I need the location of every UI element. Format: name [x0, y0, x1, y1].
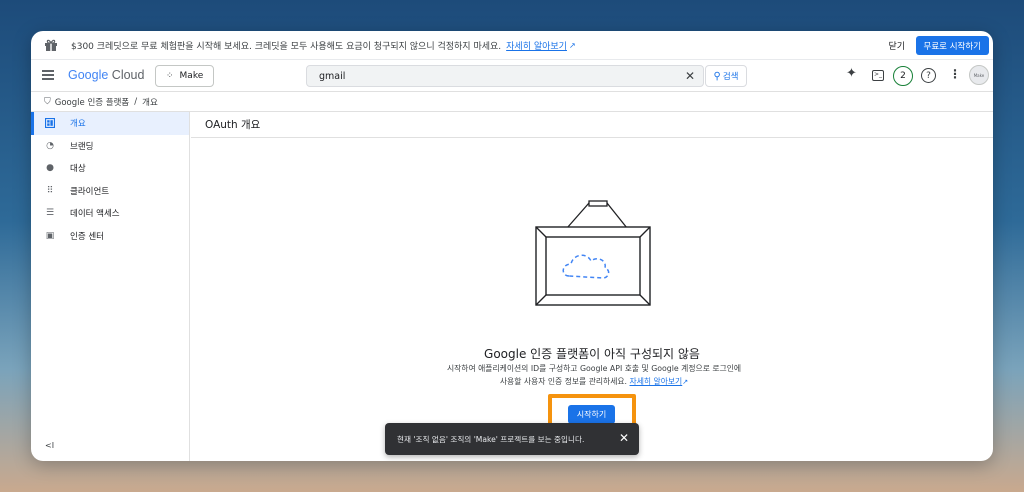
sidebar-item-label: 인증 센터	[70, 231, 104, 242]
shield-icon: ⛉	[44, 96, 51, 107]
promo-banner: $300 크레딧으로 무료 체험판을 시작해 보세요. 크레딧을 모두 사용해도…	[31, 31, 993, 60]
collapse-sidebar-icon[interactable]: <I	[45, 441, 54, 450]
more-options-icon[interactable]: ⋮	[949, 67, 961, 81]
sidebar-item-branding[interactable]: ◔ 브랜딩	[31, 135, 189, 158]
snackbar-text: 현재 '조직 없음' 조직의 'Make' 프로젝트를 보는 중입니다.	[397, 434, 585, 444]
menu-icon[interactable]	[42, 70, 54, 80]
empty-state-text: 시작하여 애플리케이션의 ID를 구성하고 Google API 호출 및 Go…	[446, 364, 742, 386]
person-icon: ●	[46, 163, 54, 174]
sidebar-item-verification-center[interactable]: ▣ 인증 센터	[31, 225, 189, 248]
gemini-sparkle-icon[interactable]: ✦	[846, 66, 857, 81]
browser-window: $300 크레딧으로 무료 체험판을 시작해 보세요. 크레딧을 모두 사용해도…	[31, 31, 993, 461]
top-bar: Google Cloud ⁘ Make gmail ✕ ⚲ 검색 ✦ >_ 2 …	[31, 60, 993, 92]
main-content: OAuth 개요 Google 인증 플랫폼이 아직 구성되지 않음 시작하여 …	[191, 112, 993, 461]
search-input[interactable]: gmail ✕	[306, 65, 704, 87]
search-value: gmail	[319, 70, 346, 82]
promo-text: $300 크레딧으로 무료 체험판을 시작해 보세요. 크레딧을 모두 사용해도…	[71, 41, 502, 52]
sidebar-item-audience[interactable]: ● 대상	[31, 157, 189, 180]
search-button-label: 검색	[722, 72, 739, 82]
avatar[interactable]: Make	[969, 65, 989, 85]
help-icon[interactable]: ?	[921, 68, 936, 83]
empty-state-title: Google 인증 플랫폼이 아직 구성되지 않음	[484, 347, 700, 361]
sidebar-item-label: 대상	[70, 164, 86, 175]
sidebar-item-clients[interactable]: ⠿ 클라이언트	[31, 180, 189, 203]
breadcrumb-separator: /	[134, 96, 138, 107]
search-icon: ⚲	[713, 70, 721, 82]
logo-cloud-text: Cloud	[111, 68, 145, 82]
get-started-button[interactable]: 시작하기	[568, 405, 615, 424]
sidebar: 개요 ◔ 브랜딩 ● 대상 ⠿ 클라이언트 ☰ 데이터 액세스 ▣ 인증 센터 …	[31, 112, 190, 461]
promo-close-button[interactable]: 닫기	[888, 39, 905, 52]
list-settings-icon: ☰	[45, 208, 55, 219]
sidebar-item-label: 개요	[70, 119, 86, 130]
page-title: OAuth 개요	[191, 112, 993, 138]
breadcrumb: ⛉ Google 인증 플랫폼 / 개요	[31, 92, 993, 112]
sidebar-item-label: 클라이언트	[70, 186, 110, 197]
start-free-trial-button[interactable]: 무료로 시작하기	[915, 36, 989, 55]
sidebar-item-label: 데이터 액세스	[70, 209, 120, 220]
palette-icon: ◔	[46, 140, 54, 151]
sidebar-item-overview[interactable]: 개요	[31, 112, 189, 135]
learn-more-link[interactable]: 자세히 알아보기	[630, 377, 683, 386]
apps-icon: ⠿	[46, 185, 54, 196]
cloud-shell-icon[interactable]: >_	[872, 70, 884, 81]
project-icon: ⁘	[166, 71, 174, 81]
external-link-icon: ↗	[682, 378, 689, 386]
google-cloud-logo[interactable]: Google Cloud	[68, 68, 144, 82]
sidebar-item-label: 브랜딩	[70, 141, 94, 152]
empty-state-illustration	[535, 200, 651, 306]
breadcrumb-root[interactable]: Google 인증 플랫폼	[55, 96, 129, 108]
close-icon[interactable]: ✕	[619, 431, 629, 445]
snackbar: 현재 '조직 없음' 조직의 'Make' 프로젝트를 보는 중입니다. ✕	[385, 423, 639, 455]
clear-icon[interactable]: ✕	[685, 69, 695, 83]
project-name: Make	[179, 71, 204, 81]
gift-icon	[45, 39, 57, 51]
notifications-badge[interactable]: 2	[893, 66, 913, 86]
promo-learn-more-link[interactable]: 자세히 알아보기	[506, 39, 567, 52]
search-button[interactable]: ⚲ 검색	[705, 65, 747, 87]
logo-google-text: Google	[68, 68, 109, 82]
dashboard-icon	[45, 118, 55, 129]
empty-state-description: 시작하여 애플리케이션의 ID를 구성하고 Google API 호출 및 Go…	[444, 362, 744, 389]
calendar-icon: ▣	[45, 230, 55, 241]
project-selector-button[interactable]: ⁘ Make	[155, 65, 215, 87]
sidebar-item-data-access[interactable]: ☰ 데이터 액세스	[31, 202, 189, 225]
breadcrumb-current: 개요	[142, 97, 158, 108]
external-link-icon: ↗	[568, 40, 576, 50]
